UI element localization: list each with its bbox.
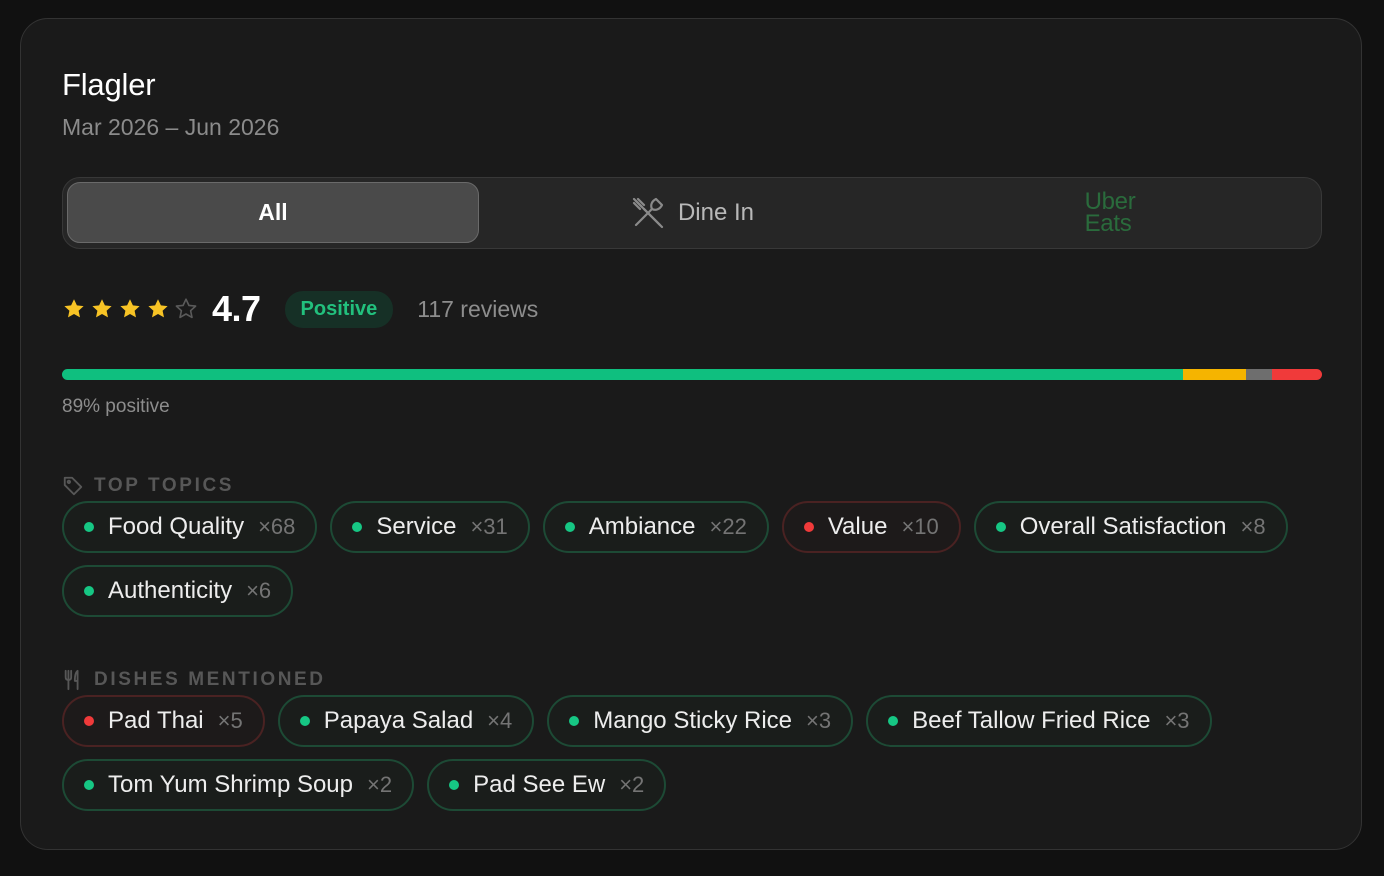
tag-icon (63, 476, 83, 496)
star-empty-icon (175, 298, 197, 319)
sentiment-bar (62, 369, 1322, 380)
positive-percentage: 89% positive (62, 396, 170, 417)
topic-count: ×10 (901, 514, 939, 539)
topic-name: Service (376, 513, 457, 540)
topic-chips: Food Quality ×68 Service ×31 Ambiance ×22 Valu… (62, 501, 1322, 617)
dish-name: Pad See Ew (473, 771, 606, 798)
rating-score: 4.7 (212, 288, 261, 329)
star-rating (62, 297, 202, 321)
topic-name: Authenticity (108, 577, 233, 604)
uber-eats-logo: Uber Eats (1084, 189, 1136, 237)
topic-chip[interactable]: Ambiance ×22 (542, 501, 769, 553)
negative-dot (84, 716, 94, 726)
dish-chip[interactable]: Pad See Ew ×2 (427, 759, 667, 811)
topic-count: ×22 (709, 514, 747, 539)
positive-dot (84, 586, 94, 596)
dish-count: ×2 (367, 772, 393, 797)
positive-dot (449, 780, 460, 790)
topic-chip[interactable]: Food Quality ×68 (62, 501, 318, 553)
sentiment-bar-negative (1271, 369, 1322, 380)
dish-count: ×5 (217, 708, 243, 733)
dishes-heading: DISHES MENTIONED (62, 669, 326, 691)
star-filled-icon (92, 299, 112, 318)
topic-chip[interactable]: Service ×31 (330, 501, 530, 553)
restaurant-summary-card: Flagler Mar 2026 – Jun 2026 All Dine In … (20, 18, 1362, 850)
topic-name: Value (827, 513, 888, 540)
positive-dot (564, 522, 575, 532)
topic-count: ×6 (246, 578, 272, 603)
sentiment-bar-mixed (1183, 369, 1247, 380)
tab-dine-in-label: Dine In (677, 198, 755, 226)
dish-name: Mango Sticky Rice (593, 707, 793, 734)
dish-count: ×3 (806, 708, 832, 733)
topic-name: Food Quality (108, 513, 245, 540)
dishes-label: DISHES MENTIONED (94, 669, 326, 690)
negative-dot (803, 522, 814, 532)
dish-count: ×3 (1164, 708, 1190, 733)
utensils-icon (64, 669, 79, 691)
topic-name: Ambiance (588, 513, 696, 540)
positive-dot (995, 522, 1006, 532)
date-range: Mar 2026 – Jun 2026 (62, 114, 280, 140)
tab-all[interactable]: All (67, 182, 479, 243)
dish-count: ×2 (619, 772, 645, 797)
positive-dot (299, 716, 310, 726)
topic-chip[interactable]: Value ×10 (781, 501, 961, 553)
sentiment-badge: Positive (284, 290, 394, 328)
positive-dot (352, 522, 363, 532)
positive-dot (84, 780, 94, 790)
topic-count: ×8 (1240, 514, 1266, 539)
positive-dot (569, 716, 580, 726)
dish-count: ×4 (487, 708, 513, 733)
channel-tabs: All Dine In Uber Eats (62, 177, 1322, 249)
dish-name: Pad Thai (108, 707, 204, 734)
review-count: 117 reviews (417, 295, 539, 322)
star-filled-icon (148, 299, 168, 318)
tab-dine-in[interactable]: Dine In (486, 182, 898, 243)
topic-count: ×31 (470, 514, 508, 539)
dish-name: Beef Tallow Fried Rice (912, 707, 1151, 734)
top-topics-heading: TOP TOPICS (62, 475, 234, 497)
location-title: Flagler (62, 67, 156, 102)
topic-count: ×68 (258, 514, 296, 539)
star-filled-icon (64, 299, 84, 318)
positive-dot (888, 716, 899, 726)
topic-name: Overall Satisfaction (1019, 513, 1227, 540)
star-filled-icon (120, 299, 140, 318)
tab-all-label: All (258, 199, 288, 225)
topic-chip[interactable]: Overall Satisfaction ×8 (973, 501, 1288, 553)
dish-chip[interactable]: Mango Sticky Rice ×3 (547, 695, 854, 747)
uber-eats-logo-line2: Eats (1084, 209, 1132, 237)
rating-row: 4.7 Positive 117 reviews (62, 287, 538, 331)
top-topics-label: TOP TOPICS (94, 475, 235, 496)
dish-chip[interactable]: Beef Tallow Fried Rice ×3 (866, 695, 1212, 747)
sentiment-bar-neutral (1246, 369, 1272, 380)
dish-chip[interactable]: Tom Yum Shrimp Soup ×2 (62, 759, 415, 811)
dish-name: Tom Yum Shrimp Soup (108, 771, 354, 798)
dish-chip[interactable]: Pad Thai ×5 (62, 695, 265, 747)
topic-chip[interactable]: Authenticity ×6 (62, 565, 294, 617)
dish-name: Papaya Salad (323, 707, 474, 734)
tab-uber-eats[interactable]: Uber Eats (904, 182, 1316, 243)
sentiment-bar-positive (62, 369, 1184, 380)
dish-chips: Pad Thai ×5 Papaya Salad ×4 Mango Sticky Ric… (62, 695, 1322, 811)
dish-chip[interactable]: Papaya Salad ×4 (277, 695, 535, 747)
positive-dot (84, 522, 94, 532)
fork-knife-crossed-icon (632, 197, 664, 228)
